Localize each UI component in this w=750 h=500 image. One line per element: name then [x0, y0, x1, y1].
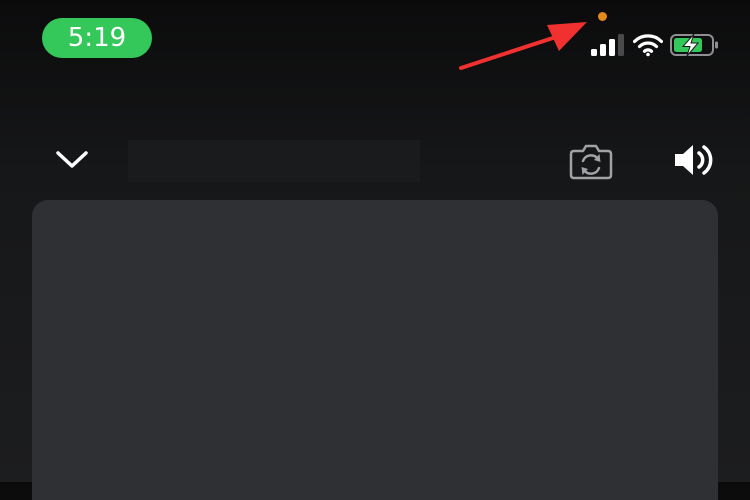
- caller-name-area: [128, 140, 420, 182]
- battery-charging-icon: [670, 33, 718, 57]
- signal-icon: [591, 34, 624, 56]
- wifi-icon: [633, 34, 663, 57]
- speaker-icon[interactable]: [672, 140, 716, 180]
- chevron-down-icon[interactable]: [52, 144, 92, 174]
- camera-flip-icon[interactable]: [569, 142, 613, 180]
- status-bar: 5:19: [0, 0, 750, 90]
- call-controls-bar: [0, 130, 750, 190]
- status-time: 5:19: [67, 23, 127, 53]
- time-pill[interactable]: 5:19: [42, 18, 152, 58]
- video-preview-panel: [32, 200, 718, 500]
- red-arrow-annotation: [459, 22, 587, 70]
- privacy-indicator-dot: [598, 12, 607, 21]
